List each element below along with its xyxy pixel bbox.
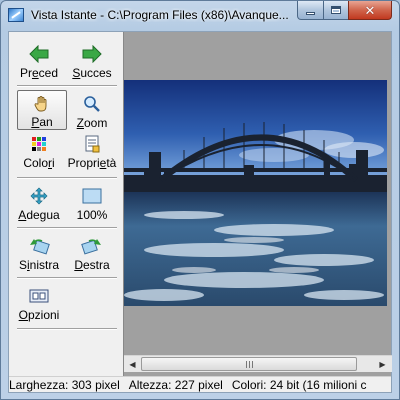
maximize-icon [331,6,341,14]
pan-label: Pan [31,115,53,129]
hand-icon [30,95,54,113]
toolbar-separator [17,227,117,229]
maximize-button[interactable] [323,1,349,20]
toolbar-separator [17,85,117,87]
colori-button[interactable]: Colori [14,130,64,170]
app-icon[interactable] [8,8,24,22]
minimize-button[interactable] [297,1,324,20]
client-area: Preced Succes Pan Zoom Colori Proprietà … [8,31,392,393]
cento-button[interactable]: 100% [67,182,117,222]
successivo-button[interactable]: Succes [67,40,117,80]
status-width: Larghezza: 303 pixel [9,377,120,392]
destra-label: Destra [74,258,110,272]
close-icon: ✕ [364,2,376,18]
sinistra-label: Sinistra [18,258,60,272]
magnifier-icon [80,94,104,114]
properties-icon [80,134,104,154]
grip-icon [245,360,253,368]
scroll-right-arrow-icon[interactable]: ▶ [374,356,391,373]
zoom-button[interactable]: Zoom [67,90,117,130]
scroll-left-arrow-icon[interactable]: ◀ [124,356,141,373]
precedente-button[interactable]: Preced [14,40,64,80]
colori-label: Colori [23,156,55,170]
pan-button[interactable]: Pan [17,90,67,130]
minimize-icon [306,11,315,15]
scrollbar-thumb[interactable] [141,357,357,371]
toolbar-separator [17,277,117,279]
precedente-label: Preced [19,66,59,80]
arrow-left-green-icon [27,44,51,64]
status-height: Altezza: 227 pixel [128,377,223,392]
zoom-label: Zoom [76,116,108,130]
successivo-label: Succes [72,66,112,80]
title-bar[interactable]: Vista Istante - C:\Program Files (x86)\A… [1,1,399,31]
adegua-label: Adegua [18,208,60,222]
color-grid-icon [27,134,51,154]
actual-size-icon [80,186,104,206]
proprieta-label: Proprietà [67,156,117,170]
toolbar-separator [17,328,117,330]
app-window: Vista Istante - C:\Program Files (x86)\A… [0,0,400,400]
sinistra-button[interactable]: Sinistra [14,232,64,272]
toolbar-separator [17,177,117,179]
horizontal-scrollbar[interactable]: ◀ ▶ [124,355,392,372]
adegua-button[interactable]: Adegua [14,182,64,222]
toolbar: Preced Succes Pan Zoom Colori Proprietà … [9,32,123,376]
rotate-right-icon [80,236,104,256]
close-button[interactable]: ✕ [348,1,392,20]
opzioni-label: Opzioni [18,308,60,322]
cento-label: 100% [76,208,108,222]
image-viewport[interactable]: ◀ ▶ [123,32,392,376]
status-colors: Colori: 24 bit (16 milioni c [231,377,367,392]
opzioni-button[interactable]: Opzioni [14,282,64,322]
status-bar: Larghezza: 303 pixel Altezza: 227 pixel … [9,376,391,392]
destra-button[interactable]: Destra [67,232,117,272]
window-title: Vista Istante - C:\Program Files (x86)\A… [31,8,289,22]
rotate-left-icon [27,236,51,256]
arrow-right-green-icon [80,44,104,64]
proprieta-button[interactable]: Proprietà [67,130,117,170]
options-icon [27,286,51,306]
photo-harbour-bridge [124,80,387,306]
fit-arrows-icon [27,186,51,206]
